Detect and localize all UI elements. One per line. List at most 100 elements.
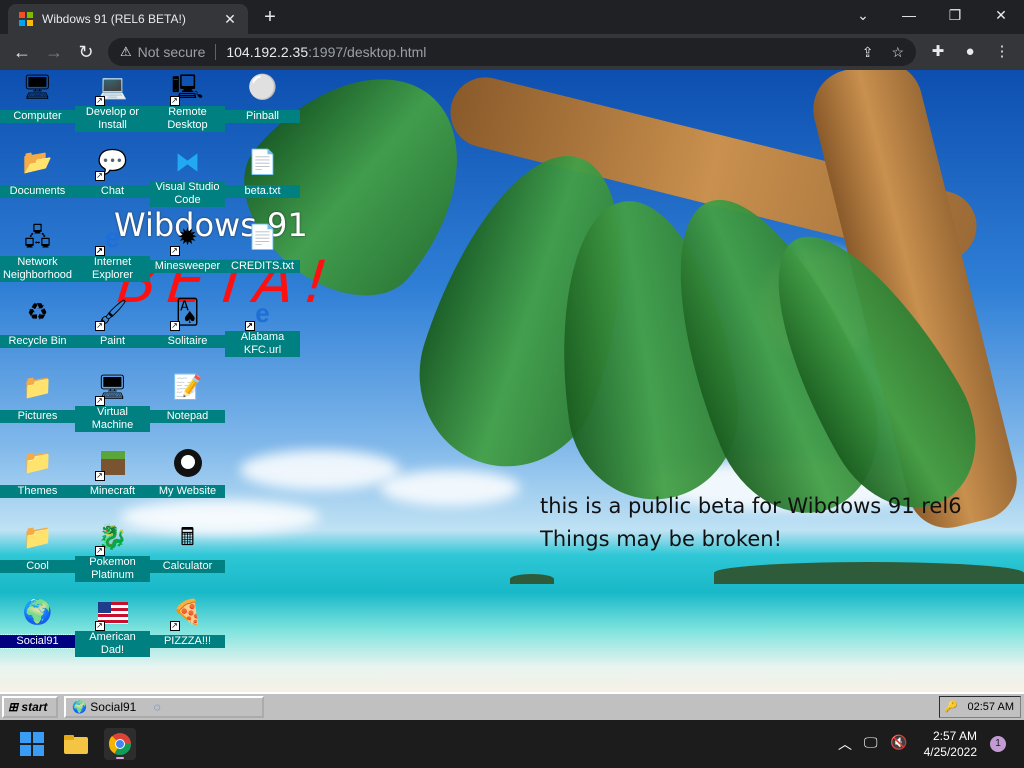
file-explorer-icon[interactable] — [60, 728, 92, 760]
desktop-icon-recycle-bin[interactable]: ♻ Recycle Bin — [0, 297, 75, 349]
icon-label: Computer — [0, 110, 75, 123]
icon-label: Social91 — [0, 634, 76, 649]
new-tab-button[interactable]: + — [258, 6, 282, 30]
desktop-icon-american-dad[interactable]: ↗ American Dad! — [75, 597, 150, 658]
icon-label: Internet Explorer — [75, 256, 150, 282]
icon-label: Develop or Install — [75, 106, 150, 132]
restore-icon[interactable]: ❐ — [932, 0, 978, 32]
reload-icon[interactable]: ↻ — [74, 40, 98, 64]
desktop[interactable]: Wibdows 91 BETA! this is a public beta f… — [0, 70, 1024, 692]
desktop-icon-paint[interactable]: 🖌 ↗ Paint — [75, 297, 150, 349]
warning-icon[interactable]: ⚠ — [120, 44, 132, 60]
chat-icon: 💬 ↗ — [94, 149, 128, 181]
win91-taskbar: ⊞ start 🌍 Social91 ◌ 🔑 02:57 AM — [0, 692, 1024, 720]
icon-label: Virtual Machine — [75, 406, 150, 432]
tab-search-icon[interactable]: ⌄ — [840, 0, 886, 32]
windows-start-icon[interactable] — [16, 728, 48, 760]
desktop-icon-chat[interactable]: 💬 ↗ Chat — [75, 147, 150, 199]
desktop-icon-minesweeper[interactable]: ✹ ↗ Minesweeper — [150, 222, 225, 274]
share-icon[interactable]: ⇪ — [862, 44, 874, 61]
desktop-icon-alabama-kfc[interactable]: e ↗ Alabama KFC.url — [225, 297, 300, 358]
notepad-icon: 📝 — [172, 374, 203, 401]
globe-icon: 🌍 — [72, 700, 87, 714]
icon-label: Minecraft — [75, 485, 150, 498]
address-bar[interactable]: ⚠ Not secure 104.192.2.35 :1997/desktop.… — [108, 38, 916, 66]
desktop-icon-cool[interactable]: 📁 Cool — [0, 522, 75, 574]
forward-icon[interactable]: → — [42, 40, 66, 64]
minecraft-icon: ↗ — [94, 447, 129, 481]
pizza-icon: 🍕 ↗ — [169, 599, 203, 631]
close-tab-icon[interactable]: ✕ — [222, 11, 238, 28]
security-label[interactable]: Not secure — [138, 44, 206, 60]
minimize-icon[interactable]: — — [886, 0, 932, 32]
desktop-icon-pizzza[interactable]: 🍕 ↗ PIZZZA!!! — [150, 597, 225, 649]
volume-muted-icon[interactable]: 🔇 — [890, 734, 907, 751]
desktop-icon-documents[interactable]: 📂 Documents — [0, 147, 75, 199]
profile-icon[interactable]: ● — [958, 40, 982, 64]
desktop-icon-solitaire[interactable]: 🂡 ↗ Solitaire — [150, 297, 225, 349]
desktop-icon-minecraft[interactable]: ↗ Minecraft — [75, 447, 150, 499]
desktop-icon-develop[interactable]: 💻 ↗ Develop or Install — [75, 72, 150, 133]
icon-label: Alabama KFC.url — [225, 331, 300, 357]
bookmark-star-icon[interactable]: ☆ — [891, 44, 904, 61]
desktop-icon-calculator[interactable]: 🖩 Calculator — [150, 522, 225, 574]
desktop-icon-pinball[interactable]: ⚪ Pinball — [225, 72, 300, 124]
start-label: start — [21, 700, 48, 714]
menu-icon[interactable]: ⋮ — [990, 40, 1014, 64]
desktop-icon-themes[interactable]: 📁 Themes — [0, 447, 75, 499]
folder-icon: 📁 — [22, 374, 53, 401]
chrome-icon[interactable] — [104, 728, 136, 760]
desktop-icon-pokemon-platinum[interactable]: 🐉 ↗ Pokemon Platinum — [75, 522, 150, 583]
folder-icon: 📁 — [22, 449, 53, 476]
browser-tab[interactable]: Wibdows 91 (REL6 BETA!) ✕ — [8, 4, 248, 34]
desktop-icon-notepad[interactable]: 📝 Notepad — [150, 372, 225, 424]
icon-label: Documents — [0, 185, 75, 198]
icon-label: Network Neighborhood — [0, 256, 75, 282]
network-icon: 🖧 — [24, 224, 51, 251]
icon-label: Notepad — [150, 410, 225, 423]
solitaire-icon: 🂡 ↗ — [169, 299, 200, 331]
wallpaper-cloud — [240, 450, 400, 490]
icon-label: Solitaire — [150, 335, 225, 348]
back-icon[interactable]: ← — [10, 40, 34, 64]
tray-clock[interactable]: 02:57 AM — [968, 701, 1014, 713]
desktop-icon-computer[interactable]: 🖥 Computer — [0, 72, 75, 124]
vm-icon: 🖥 ↗ — [94, 374, 128, 406]
beta-notice: this is a public beta for Wibdows 91 rel… — [540, 490, 962, 556]
recycle-bin-icon: ♻ — [26, 299, 49, 326]
desktop-icon-beta-txt[interactable]: 📄 beta.txt — [225, 147, 300, 199]
extensions-icon[interactable]: ✚ — [926, 40, 950, 64]
icon-label: Calculator — [150, 560, 225, 573]
desktop-icon-network[interactable]: 🖧 Network Neighborhood — [0, 222, 75, 283]
desktop-icon-vscode[interactable]: ⧓ Visual Studio Code — [150, 147, 225, 208]
close-window-icon[interactable]: ✕ — [978, 0, 1024, 32]
icon-label: Cool — [0, 560, 75, 573]
desktop-icon-pictures[interactable]: 📁 Pictures — [0, 372, 75, 424]
desktop-icon-credits-txt[interactable]: 📄 CREDITS.txt — [225, 222, 300, 274]
url-icon: e ↗ — [244, 298, 270, 331]
text-file-icon: 📄 — [247, 224, 278, 251]
taskbar-button-social91[interactable]: 🌍 Social91 ◌ — [64, 696, 264, 718]
desktop-icon-remote-desktop[interactable]: 🖳 ↗ Remote Desktop — [150, 72, 225, 133]
icon-label: Pokemon Platinum — [75, 556, 150, 582]
clock-time: 2:57 AM — [932, 729, 977, 743]
show-hidden-icons-icon[interactable]: ︿ — [838, 734, 852, 754]
wallpaper-island — [714, 562, 1024, 584]
desktop-icon-social91[interactable]: 🌍 Social91 — [0, 597, 76, 649]
desktop-icon-virtual-machine[interactable]: 🖥 ↗ Virtual Machine — [75, 372, 150, 433]
network-status-icon[interactable]: 🖵 — [864, 734, 878, 751]
minesweeper-icon: ✹ ↗ — [169, 224, 198, 256]
system-clock[interactable]: 2:57 AM 4/25/2022 — [924, 728, 977, 760]
site-favicon-icon — [18, 11, 34, 27]
windows11-taskbar: ︿ 🖵 🔇 2:57 AM 4/25/2022 1 — [0, 720, 1024, 768]
desktop-icon-internet-explorer[interactable]: e ↗ Internet Explorer — [75, 222, 150, 283]
loading-spinner-icon: ◌ — [153, 700, 161, 714]
icon-label: CREDITS.txt — [225, 260, 300, 273]
start-button[interactable]: ⊞ start — [2, 696, 58, 718]
wallpaper-cloud — [380, 470, 520, 506]
develop-icon: 💻 ↗ — [94, 74, 128, 106]
desktop-icon-my-website[interactable]: My Website — [150, 447, 225, 499]
icon-label: Paint — [75, 335, 150, 348]
notification-badge[interactable]: 1 — [990, 736, 1006, 752]
beta-notice-line2: Things may be broken! — [540, 527, 782, 551]
